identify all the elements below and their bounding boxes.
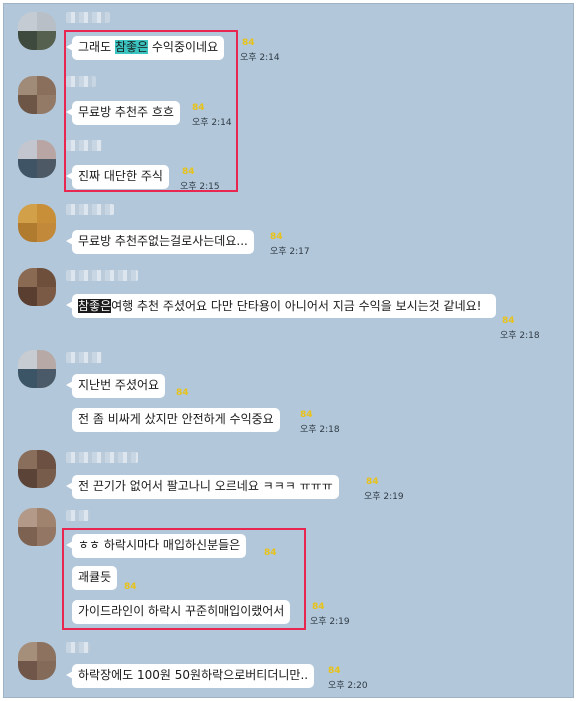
read-count: 84 — [300, 410, 313, 420]
message-time: 오후 2:18 — [500, 331, 540, 341]
message-text: 여행 추천 주셨어요 다만 단타용이 아니어서 지금 수익을 보시는것 같네요! — [111, 299, 482, 313]
avatar[interactable] — [18, 350, 56, 388]
message-time: 오후 2:17 — [270, 247, 310, 257]
message-time: 오후 2:18 — [300, 425, 340, 435]
message-bubble[interactable]: 하락장에도 100원 50원하락으로버티더니만.. — [65, 664, 315, 688]
sender-name — [66, 204, 114, 215]
message-bubble[interactable]: 무료방 추천주없는걸로사는데요... — [66, 230, 254, 254]
message-text: 전 좀 비싸게 샀지만 안전하게 수익중요 — [78, 412, 274, 426]
sender-name — [66, 510, 90, 521]
avatar[interactable] — [18, 508, 56, 546]
avatar[interactable] — [18, 204, 56, 242]
avatar[interactable] — [18, 12, 56, 50]
message-bubble[interactable]: 참좋은여행 추천 주셨어요 다만 단타용이 아니어서 지금 수익을 보시는것 같… — [66, 294, 496, 318]
avatar[interactable] — [18, 140, 56, 178]
message-bubble[interactable]: 전 좀 비싸게 샀지만 안전하게 수익중요 — [72, 408, 280, 432]
read-count: 84 — [328, 666, 341, 676]
chat-room-background[interactable]: 그래도 참좋은 수익중이네요 84 오후 2:14 무료방 추천주 흐흐 84 … — [3, 3, 574, 698]
message-text: 지난번 주셨어요 — [78, 378, 160, 392]
message-text: 무료방 추천주없는걸로사는데요... — [78, 234, 248, 248]
message-time: 오후 2:19 — [310, 617, 350, 627]
read-count: 84 — [270, 232, 283, 242]
avatar[interactable] — [18, 76, 56, 114]
avatar[interactable] — [18, 642, 56, 680]
sender-name — [66, 270, 138, 281]
read-count: 84 — [502, 316, 515, 326]
read-count: 84 — [242, 38, 255, 48]
read-count: 84 — [176, 388, 189, 398]
read-count: 84 — [366, 477, 379, 487]
message-time: 오후 2:20 — [328, 681, 368, 691]
avatar[interactable] — [18, 450, 56, 488]
sender-name — [66, 452, 138, 463]
read-count: 84 — [312, 602, 325, 612]
message-time: 오후 2:19 — [364, 492, 404, 502]
highlight-box — [62, 528, 306, 630]
sender-name — [66, 642, 90, 653]
message-text: 하락장에도 100원 50원하락으로버티더니만.. — [78, 668, 309, 682]
message-time: 오후 2:14 — [240, 53, 280, 63]
keyword-highlight: 참좋은 — [78, 299, 112, 313]
message-bubble[interactable]: 전 끈기가 없어서 팔고나니 오르네요 ㅋㅋㅋ ㅠㅠㅠ — [66, 475, 339, 499]
sender-name — [66, 12, 110, 23]
sender-name — [66, 352, 102, 363]
highlight-box — [64, 30, 238, 192]
message-text: 전 끈기가 없어서 팔고나니 오르네요 ㅋㅋㅋ ㅠㅠㅠ — [78, 479, 333, 493]
avatar[interactable] — [18, 268, 56, 306]
message-bubble[interactable]: 지난번 주셨어요 — [65, 374, 166, 398]
